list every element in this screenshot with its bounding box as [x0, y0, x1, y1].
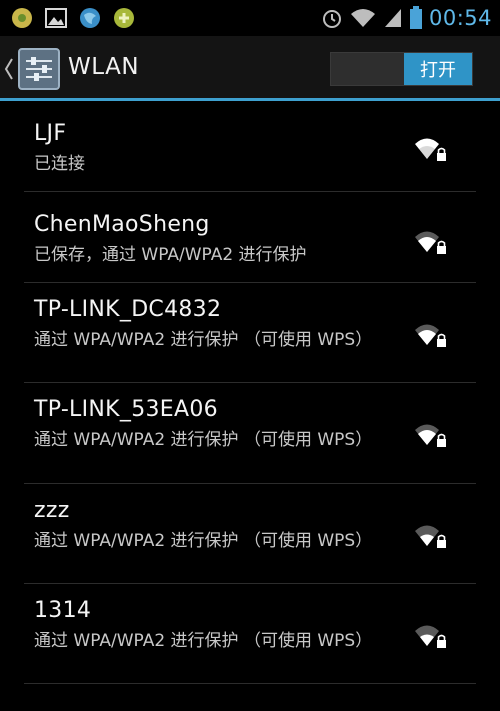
network-ssid: zzz — [34, 498, 70, 523]
network-ssid: ChenMaoSheng — [34, 212, 210, 237]
signal-icon — [384, 9, 401, 27]
maps-icon — [12, 8, 32, 28]
system-icons: 00:54 — [321, 4, 492, 32]
browser-icon — [80, 8, 100, 28]
network-item-zzz[interactable]: zzz 通过 WPA/WPA2 进行保护 （可使用 WPS） — [0, 484, 500, 584]
wifi-signal-locked-icon — [415, 231, 446, 254]
settings-app-icon — [114, 8, 134, 28]
network-summary: 通过 WPA/WPA2 进行保护 （可使用 WPS） — [34, 531, 373, 551]
network-summary: 通过 WPA/WPA2 进行保护 （可使用 WPS） — [34, 631, 373, 651]
clock: 00:54 — [428, 6, 492, 30]
network-item-tp-link-53ea06[interactable]: TP-LINK_53EA06 通过 WPA/WPA2 进行保护 （可使用 WPS… — [0, 383, 500, 484]
alarm-icon — [322, 10, 341, 28]
action-bar: WLAN 打开 — [0, 36, 500, 100]
battery-icon — [409, 6, 422, 29]
network-ssid: TP-LINK_DC4832 — [34, 297, 222, 322]
page-title: WLAN — [68, 54, 140, 80]
wifi-signal-locked-icon — [415, 324, 446, 347]
network-list[interactable]: LJF 已连接 ChenMaoSheng 已保存，通过 WPA/WPA2 进行保… — [0, 101, 500, 684]
network-summary: 通过 WPA/WPA2 进行保护 （可使用 WPS） — [34, 430, 373, 450]
wlan-toggle-on-label: 打开 — [404, 53, 472, 85]
settings-icon[interactable] — [18, 48, 60, 90]
network-item-1314[interactable]: 1314 通过 WPA/WPA2 进行保护 （可使用 WPS） — [0, 584, 500, 684]
network-summary: 已连接 — [34, 154, 85, 174]
wifi-signal-locked-icon — [415, 625, 446, 648]
network-ssid: LJF — [34, 121, 67, 146]
gallery-icon — [45, 8, 67, 28]
network-item-tp-link-dc4832[interactable]: TP-LINK_DC4832 通过 WPA/WPA2 进行保护 （可使用 WPS… — [0, 283, 500, 383]
network-ssid: TP-LINK_53EA06 — [34, 397, 218, 422]
back-caret-icon[interactable] — [4, 56, 14, 82]
network-ssid: 1314 — [34, 598, 92, 623]
network-summary: 通过 WPA/WPA2 进行保护 （可使用 WPS） — [34, 330, 373, 350]
wlan-toggle[interactable]: 打开 — [330, 52, 473, 86]
network-item-ljf[interactable]: LJF 已连接 — [0, 101, 500, 192]
wifi-signal-locked-icon — [415, 424, 446, 447]
wifi-signal-locked-icon — [415, 138, 446, 161]
notification-icons — [10, 6, 136, 30]
list-divider — [24, 683, 476, 684]
wifi-signal-locked-icon — [415, 525, 446, 548]
wifi-status-icon — [350, 9, 375, 27]
status-bar: 00:54 — [0, 0, 500, 36]
network-summary: 已保存，通过 WPA/WPA2 进行保护 — [34, 245, 307, 265]
network-item-chenmaosheng[interactable]: ChenMaoSheng 已保存，通过 WPA/WPA2 进行保护 — [0, 192, 500, 283]
